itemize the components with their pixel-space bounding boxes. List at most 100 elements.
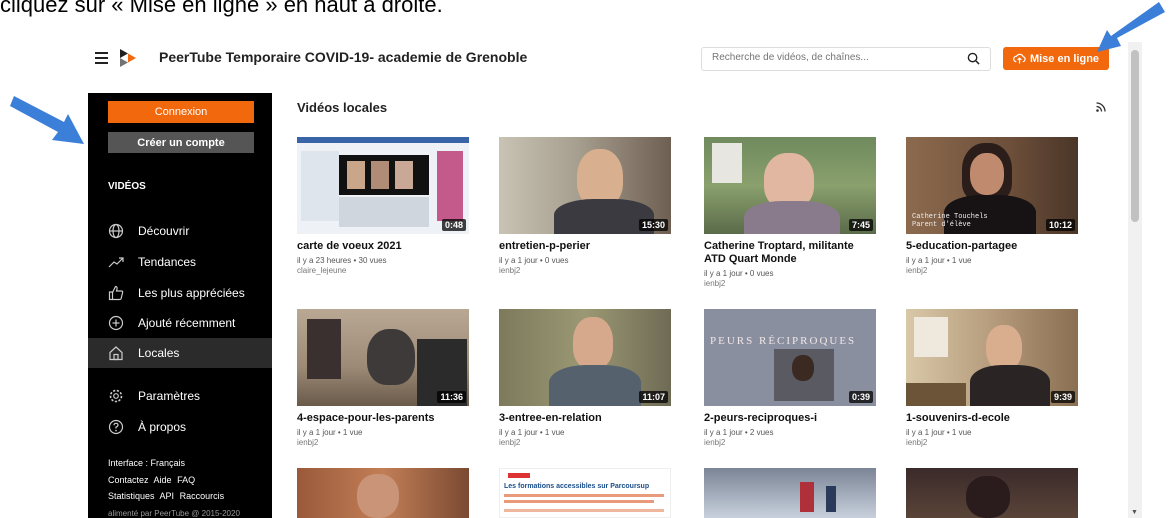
video-duration: 11:07: [639, 391, 668, 403]
video-meta: il y a 1 jour • 0 vues: [499, 256, 569, 265]
annotation-arrow-icon: [1097, 2, 1165, 52]
page-title: Vidéos locales: [297, 100, 388, 115]
home-icon: [109, 346, 123, 361]
sidebar-item-label: Ajouté récemment: [138, 316, 236, 330]
video-channel[interactable]: ienbj2: [499, 438, 671, 448]
video-title[interactable]: 2-peurs-reciproques-i: [704, 412, 876, 425]
sidebar-item-about[interactable]: À propos: [88, 412, 272, 442]
video-card: 11:07 3-entree-en-relation il y a 1 jour…: [499, 309, 671, 448]
api-link[interactable]: API: [160, 491, 175, 501]
thumbnail-caption: PEURS RÉCIPROQUES: [710, 335, 857, 347]
search-icon[interactable]: [967, 52, 980, 65]
sidebar-item-most-liked[interactable]: Les plus appréciées: [88, 278, 272, 308]
sidebar-item-discover[interactable]: Découvrir: [88, 216, 272, 246]
scroll-down-arrow-icon[interactable]: ▼: [1131, 509, 1138, 516]
sidebar-item-label: À propos: [138, 420, 187, 434]
video-channel[interactable]: claire_lejeune: [297, 266, 469, 276]
powered-by[interactable]: alimenté par PeerTube @ 2015-2020: [108, 509, 240, 518]
sidebar-item-label: Paramètres: [138, 389, 201, 403]
cloud-upload-icon: [1013, 53, 1026, 64]
footer-links-1: Contactez Aide FAQ: [108, 475, 198, 485]
thumbnail-caption: Catherine Touchels Parent d'élève: [912, 213, 988, 229]
video-meta: il y a 23 heures • 30 vues: [297, 256, 387, 265]
gear-icon: [109, 389, 123, 403]
search-input[interactable]: [710, 51, 954, 64]
rss-icon[interactable]: [1096, 102, 1106, 112]
sidebar-item-settings[interactable]: Paramètres: [88, 381, 272, 411]
hamburger-menu-icon[interactable]: [95, 52, 108, 64]
contact-link[interactable]: Contactez: [108, 475, 149, 485]
site-title[interactable]: PeerTube Temporaire COVID-19- academie d…: [159, 49, 527, 65]
help-link[interactable]: Aide: [154, 475, 172, 485]
video-card: 9:39 1-souvenirs-d-ecole il y a 1 jour •…: [906, 309, 1078, 448]
video-thumbnail[interactable]: [704, 468, 876, 518]
thumbnail-caption: Les formations accessibles sur Parcoursu…: [504, 483, 650, 490]
video-title[interactable]: 5-education-partagee: [906, 240, 1078, 253]
video-duration: 15:30: [638, 219, 668, 231]
video-title[interactable]: 3-entree-en-relation: [499, 412, 671, 425]
video-duration: 10:12: [1045, 219, 1075, 231]
video-duration: 0:39: [848, 391, 873, 403]
video-thumbnail[interactable]: 11:36: [297, 309, 469, 406]
login-button[interactable]: Connexion: [108, 101, 254, 123]
video-meta: il y a 1 jour • 0 vues: [704, 269, 774, 278]
scrollbar-thumb[interactable]: [1131, 50, 1139, 222]
footer-links-2: Statistiques API Raccourcis: [108, 491, 227, 501]
video-channel[interactable]: ienbj2: [906, 438, 1078, 448]
shortcuts-link[interactable]: Raccourcis: [180, 491, 225, 501]
video-card: Catherine Touchels Parent d'élève 10:12 …: [906, 137, 1078, 276]
video-title[interactable]: entretien-p-perier: [499, 240, 671, 253]
plus-circle-icon: [108, 315, 124, 331]
video-meta: il y a 1 jour • 2 vues: [704, 428, 774, 437]
video-meta: il y a 1 jour • 1 vue: [906, 428, 972, 437]
video-thumbnail[interactable]: 7:45: [704, 137, 876, 234]
faq-link[interactable]: FAQ: [177, 475, 195, 485]
annotation-arrow-icon: [10, 96, 84, 144]
video-title[interactable]: Catherine Troptard, militante ATD Quart …: [704, 240, 876, 266]
sidebar-item-label: Découvrir: [138, 224, 190, 238]
video-channel[interactable]: ienbj2: [704, 279, 876, 289]
language-link[interactable]: Interface : Français: [108, 458, 185, 468]
sidebar-item-label: Les plus appréciées: [138, 286, 245, 300]
video-thumbnail[interactable]: PEURS RÉCIPROQUES 0:39: [704, 309, 876, 406]
video-card: 11:36 4-espace-pour-les-parents il y a 1…: [297, 309, 469, 448]
video-title[interactable]: carte de voeux 2021: [297, 240, 469, 253]
video-meta: il y a 1 jour • 1 vue: [499, 428, 565, 437]
instruction-caption: cliquez sur « Mise en ligne » en haut à …: [0, 0, 443, 17]
video-duration: 0:48: [441, 219, 466, 231]
page-scrollbar[interactable]: ▼: [1128, 42, 1142, 518]
stats-link[interactable]: Statistiques: [108, 491, 155, 501]
video-channel[interactable]: ienbj2: [297, 438, 469, 448]
video-card: 0:48 carte de voeux 2021 il y a 23 heure…: [297, 137, 469, 276]
video-meta: il y a 1 jour • 1 vue: [297, 428, 363, 437]
video-thumbnail[interactable]: [297, 468, 469, 518]
sidebar-item-local[interactable]: Locales: [88, 338, 272, 368]
video-thumbnail[interactable]: 9:39: [906, 309, 1078, 406]
interface-language[interactable]: Interface : Français: [108, 458, 188, 468]
video-thumbnail[interactable]: 11:07: [499, 309, 671, 406]
video-thumbnail[interactable]: 15:30: [499, 137, 671, 234]
video-thumbnail[interactable]: Les formations accessibles sur Parcoursu…: [499, 468, 671, 518]
sidebar-item-recently-added[interactable]: Ajouté récemment: [88, 308, 272, 338]
video-title[interactable]: 1-souvenirs-d-ecole: [906, 412, 1078, 425]
video-channel[interactable]: ienbj2: [704, 438, 876, 448]
sidebar-item-label: Locales: [138, 346, 180, 360]
thumbs-up-icon: [108, 285, 124, 301]
create-account-button[interactable]: Créer un compte: [108, 132, 254, 153]
video-thumbnail[interactable]: Catherine Touchels Parent d'élève 10:12: [906, 137, 1078, 234]
top-header: PeerTube Temporaire COVID-19- academie d…: [88, 42, 1128, 75]
sidebar-item-trending[interactable]: Tendances: [88, 247, 272, 277]
video-title[interactable]: 4-espace-pour-les-parents: [297, 412, 469, 425]
video-thumbnail[interactable]: [906, 468, 1078, 518]
peertube-logo[interactable]: [120, 49, 136, 67]
video-meta: il y a 1 jour • 1 vue: [906, 256, 972, 265]
video-channel[interactable]: ienbj2: [499, 266, 671, 276]
video-card: PEURS RÉCIPROQUES 0:39 2-peurs-reciproqu…: [704, 309, 876, 448]
video-channel[interactable]: ienbj2: [906, 266, 1078, 276]
sidebar-item-label: Tendances: [138, 255, 197, 269]
help-icon: [108, 419, 124, 435]
video-duration: 9:39: [1050, 391, 1075, 403]
globe-icon: [108, 223, 124, 239]
video-thumbnail[interactable]: 0:48: [297, 137, 469, 234]
search-box[interactable]: [701, 47, 991, 71]
